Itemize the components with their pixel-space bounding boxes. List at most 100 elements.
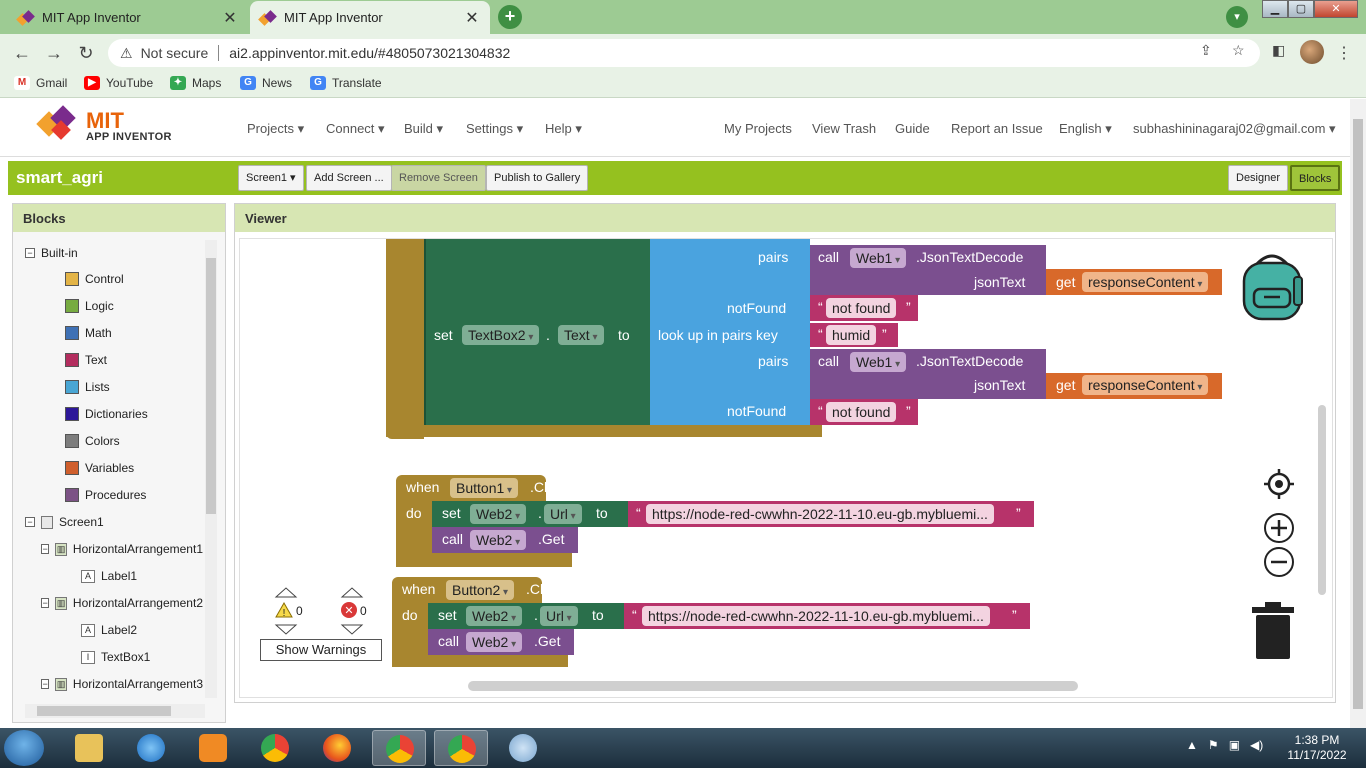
close-tab-icon[interactable]: ✕	[464, 8, 480, 28]
designer-button[interactable]: Designer	[1228, 165, 1289, 191]
tree-item-logic[interactable]: Logic	[65, 299, 114, 313]
tree-builtin[interactable]: − Built-in	[25, 246, 78, 260]
link-report-issue[interactable]: Report an Issue	[951, 121, 1043, 136]
response-content-dropdown[interactable]: responseContent	[1082, 272, 1209, 292]
when-button2-click-bottom[interactable]	[392, 655, 568, 667]
web2-dropdown[interactable]: Web2	[470, 530, 527, 550]
url-text[interactable]: https://node-red-cwwhn-2022-11-10.eu-gb.…	[642, 606, 990, 626]
recenter-target-icon[interactable]	[1262, 467, 1296, 501]
bookmark-translate[interactable]: G Translate	[310, 76, 382, 90]
maximize-window-button[interactable]: ▢	[1288, 0, 1314, 18]
bookmark-maps[interactable]: ✦ Maps	[170, 76, 221, 90]
menu-connect[interactable]: Connect ▾	[326, 121, 385, 137]
outer-event-block[interactable]	[386, 239, 424, 439]
url-property-dropdown[interactable]: Url	[544, 504, 582, 524]
not-found-text[interactable]: not found	[826, 402, 897, 422]
warning-triangle-icon[interactable]: ⚠	[120, 45, 133, 62]
tree-item-dictionaries[interactable]: Dictionaries	[65, 407, 148, 421]
collapse-toggle-icon[interactable]: −	[41, 544, 50, 554]
zoom-out-icon[interactable]	[1262, 545, 1296, 579]
taskbar-chrome-profile-1[interactable]	[372, 730, 426, 766]
tree-item-procedures[interactable]: Procedures	[65, 488, 146, 502]
button2-dropdown[interactable]: Button2	[446, 580, 515, 600]
menu-settings[interactable]: Settings ▾	[466, 121, 523, 137]
not-found-text[interactable]: not found	[826, 298, 897, 318]
taskbar-chrome-profile-2[interactable]	[434, 730, 488, 766]
close-tab-icon[interactable]: ✕	[222, 8, 238, 28]
taskbar-chrome[interactable]	[248, 730, 302, 766]
mit-app-inventor-logo[interactable]: MIT APP INVENTOR	[36, 105, 172, 145]
menu-build[interactable]: Build ▾	[404, 121, 443, 137]
close-window-button[interactable]: ✕	[1314, 0, 1358, 18]
side-panel-icon[interactable]: ◧	[1272, 42, 1285, 59]
browser-tab-2[interactable]: MIT App Inventor ✕	[250, 1, 490, 34]
tree-screen1[interactable]: − Screen1	[25, 515, 104, 529]
tree-horizontal-arrangement-3[interactable]: − ▥ HorizontalArrangement3	[41, 677, 203, 691]
workspace-vertical-scrollbar[interactable]	[1318, 405, 1326, 595]
url-text[interactable]: https://node-red-cwwhn-2022-11-10.eu-gb.…	[646, 504, 994, 524]
blocks-workspace[interactable]: pairs call Web1 .JsonTextDecode jsonText…	[239, 238, 1333, 698]
menu-help[interactable]: Help ▾	[545, 121, 582, 137]
new-tab-button[interactable]: +	[498, 5, 522, 29]
textbox2-dropdown[interactable]: TextBox2	[462, 325, 540, 345]
collapse-toggle-icon[interactable]: −	[25, 517, 35, 527]
publish-gallery-button[interactable]: Publish to Gallery	[486, 165, 589, 191]
web2-dropdown[interactable]: Web2	[466, 632, 523, 652]
url-property-dropdown[interactable]: Url	[540, 606, 578, 626]
tree-item-lists[interactable]: Lists	[65, 380, 110, 394]
forward-arrow-icon[interactable]: →	[44, 43, 64, 63]
tree-label2[interactable]: A Label2	[81, 623, 137, 637]
zoom-in-icon[interactable]	[1262, 511, 1296, 545]
web2-dropdown[interactable]: Web2	[466, 606, 523, 626]
minimize-window-button[interactable]: ▁	[1262, 0, 1288, 18]
remove-screen-button[interactable]: Remove Screen	[391, 165, 486, 191]
tree-item-math[interactable]: Math	[65, 326, 112, 340]
taskbar-media-player[interactable]	[186, 730, 240, 766]
share-icon[interactable]: ⇪	[1200, 42, 1212, 59]
taskbar-file-explorer[interactable]	[62, 730, 116, 766]
tree-textbox1[interactable]: I TextBox1	[81, 650, 150, 664]
more-menu-icon[interactable]: ⋮	[1336, 43, 1352, 63]
bookmark-news[interactable]: G News	[240, 76, 292, 90]
bookmark-gmail[interactable]: M Gmail	[14, 76, 67, 90]
tree-item-variables[interactable]: Variables	[65, 461, 134, 475]
response-content-dropdown[interactable]: responseContent	[1082, 375, 1209, 395]
tree-label1[interactable]: A Label1	[81, 569, 137, 583]
collapse-toggle-icon[interactable]: −	[41, 679, 50, 689]
link-view-trash[interactable]: View Trash	[812, 121, 876, 136]
web1-dropdown[interactable]: Web1	[850, 352, 907, 372]
url-text[interactable]: ai2.appinventor.mit.edu/#480507302130483…	[229, 45, 510, 61]
tree-horizontal-arrangement-2[interactable]: − ▥ HorizontalArrangement2	[41, 596, 203, 610]
security-label[interactable]: Not secure	[141, 45, 209, 61]
show-hidden-icons-icon[interactable]: ▲	[1186, 738, 1198, 752]
address-bar[interactable]: ⚠ Not secure ai2.appinventor.mit.edu/#48…	[108, 39, 1260, 67]
tree-item-control[interactable]: Control	[65, 272, 124, 286]
workspace-horizontal-scrollbar[interactable]	[468, 681, 1078, 691]
bookmark-star-icon[interactable]: ☆	[1232, 42, 1245, 59]
page-vertical-scrollbar[interactable]	[1350, 99, 1366, 729]
bookmark-youtube[interactable]: ▶ YouTube	[84, 76, 153, 90]
backpack-icon[interactable]	[1238, 251, 1306, 321]
menu-projects[interactable]: Projects ▾	[247, 121, 304, 137]
collapse-toggle-icon[interactable]: −	[41, 598, 50, 608]
taskbar-internet-explorer[interactable]	[124, 730, 178, 766]
humid-text[interactable]: humid	[826, 325, 877, 345]
tree-horizontal-arrangement-1[interactable]: − ▥ HorizontalArrangement1	[41, 542, 203, 556]
link-my-projects[interactable]: My Projects	[724, 121, 792, 136]
tree-horizontal-scrollbar[interactable]	[25, 704, 205, 718]
taskbar-paint[interactable]	[496, 730, 550, 766]
menu-account[interactable]: subhashininagaraj02@gmail.com ▾	[1133, 121, 1336, 137]
tree-vertical-scrollbar[interactable]	[205, 240, 217, 698]
menu-language[interactable]: English ▾	[1059, 121, 1112, 137]
system-clock[interactable]: 1:38 PM 11/17/2022	[1282, 733, 1352, 763]
windows-start-button[interactable]	[4, 730, 44, 766]
link-guide[interactable]: Guide	[895, 121, 930, 136]
show-warnings-button[interactable]: Show Warnings	[260, 639, 382, 661]
reload-icon[interactable]: ↻	[76, 43, 96, 63]
text-property-dropdown[interactable]: Text	[558, 325, 604, 345]
network-icon[interactable]: ▣	[1229, 738, 1240, 752]
collapse-toggle-icon[interactable]: −	[25, 248, 35, 258]
web1-dropdown[interactable]: Web1	[850, 248, 907, 268]
tree-item-colors[interactable]: Colors	[65, 434, 120, 448]
profile-avatar[interactable]	[1300, 40, 1324, 64]
